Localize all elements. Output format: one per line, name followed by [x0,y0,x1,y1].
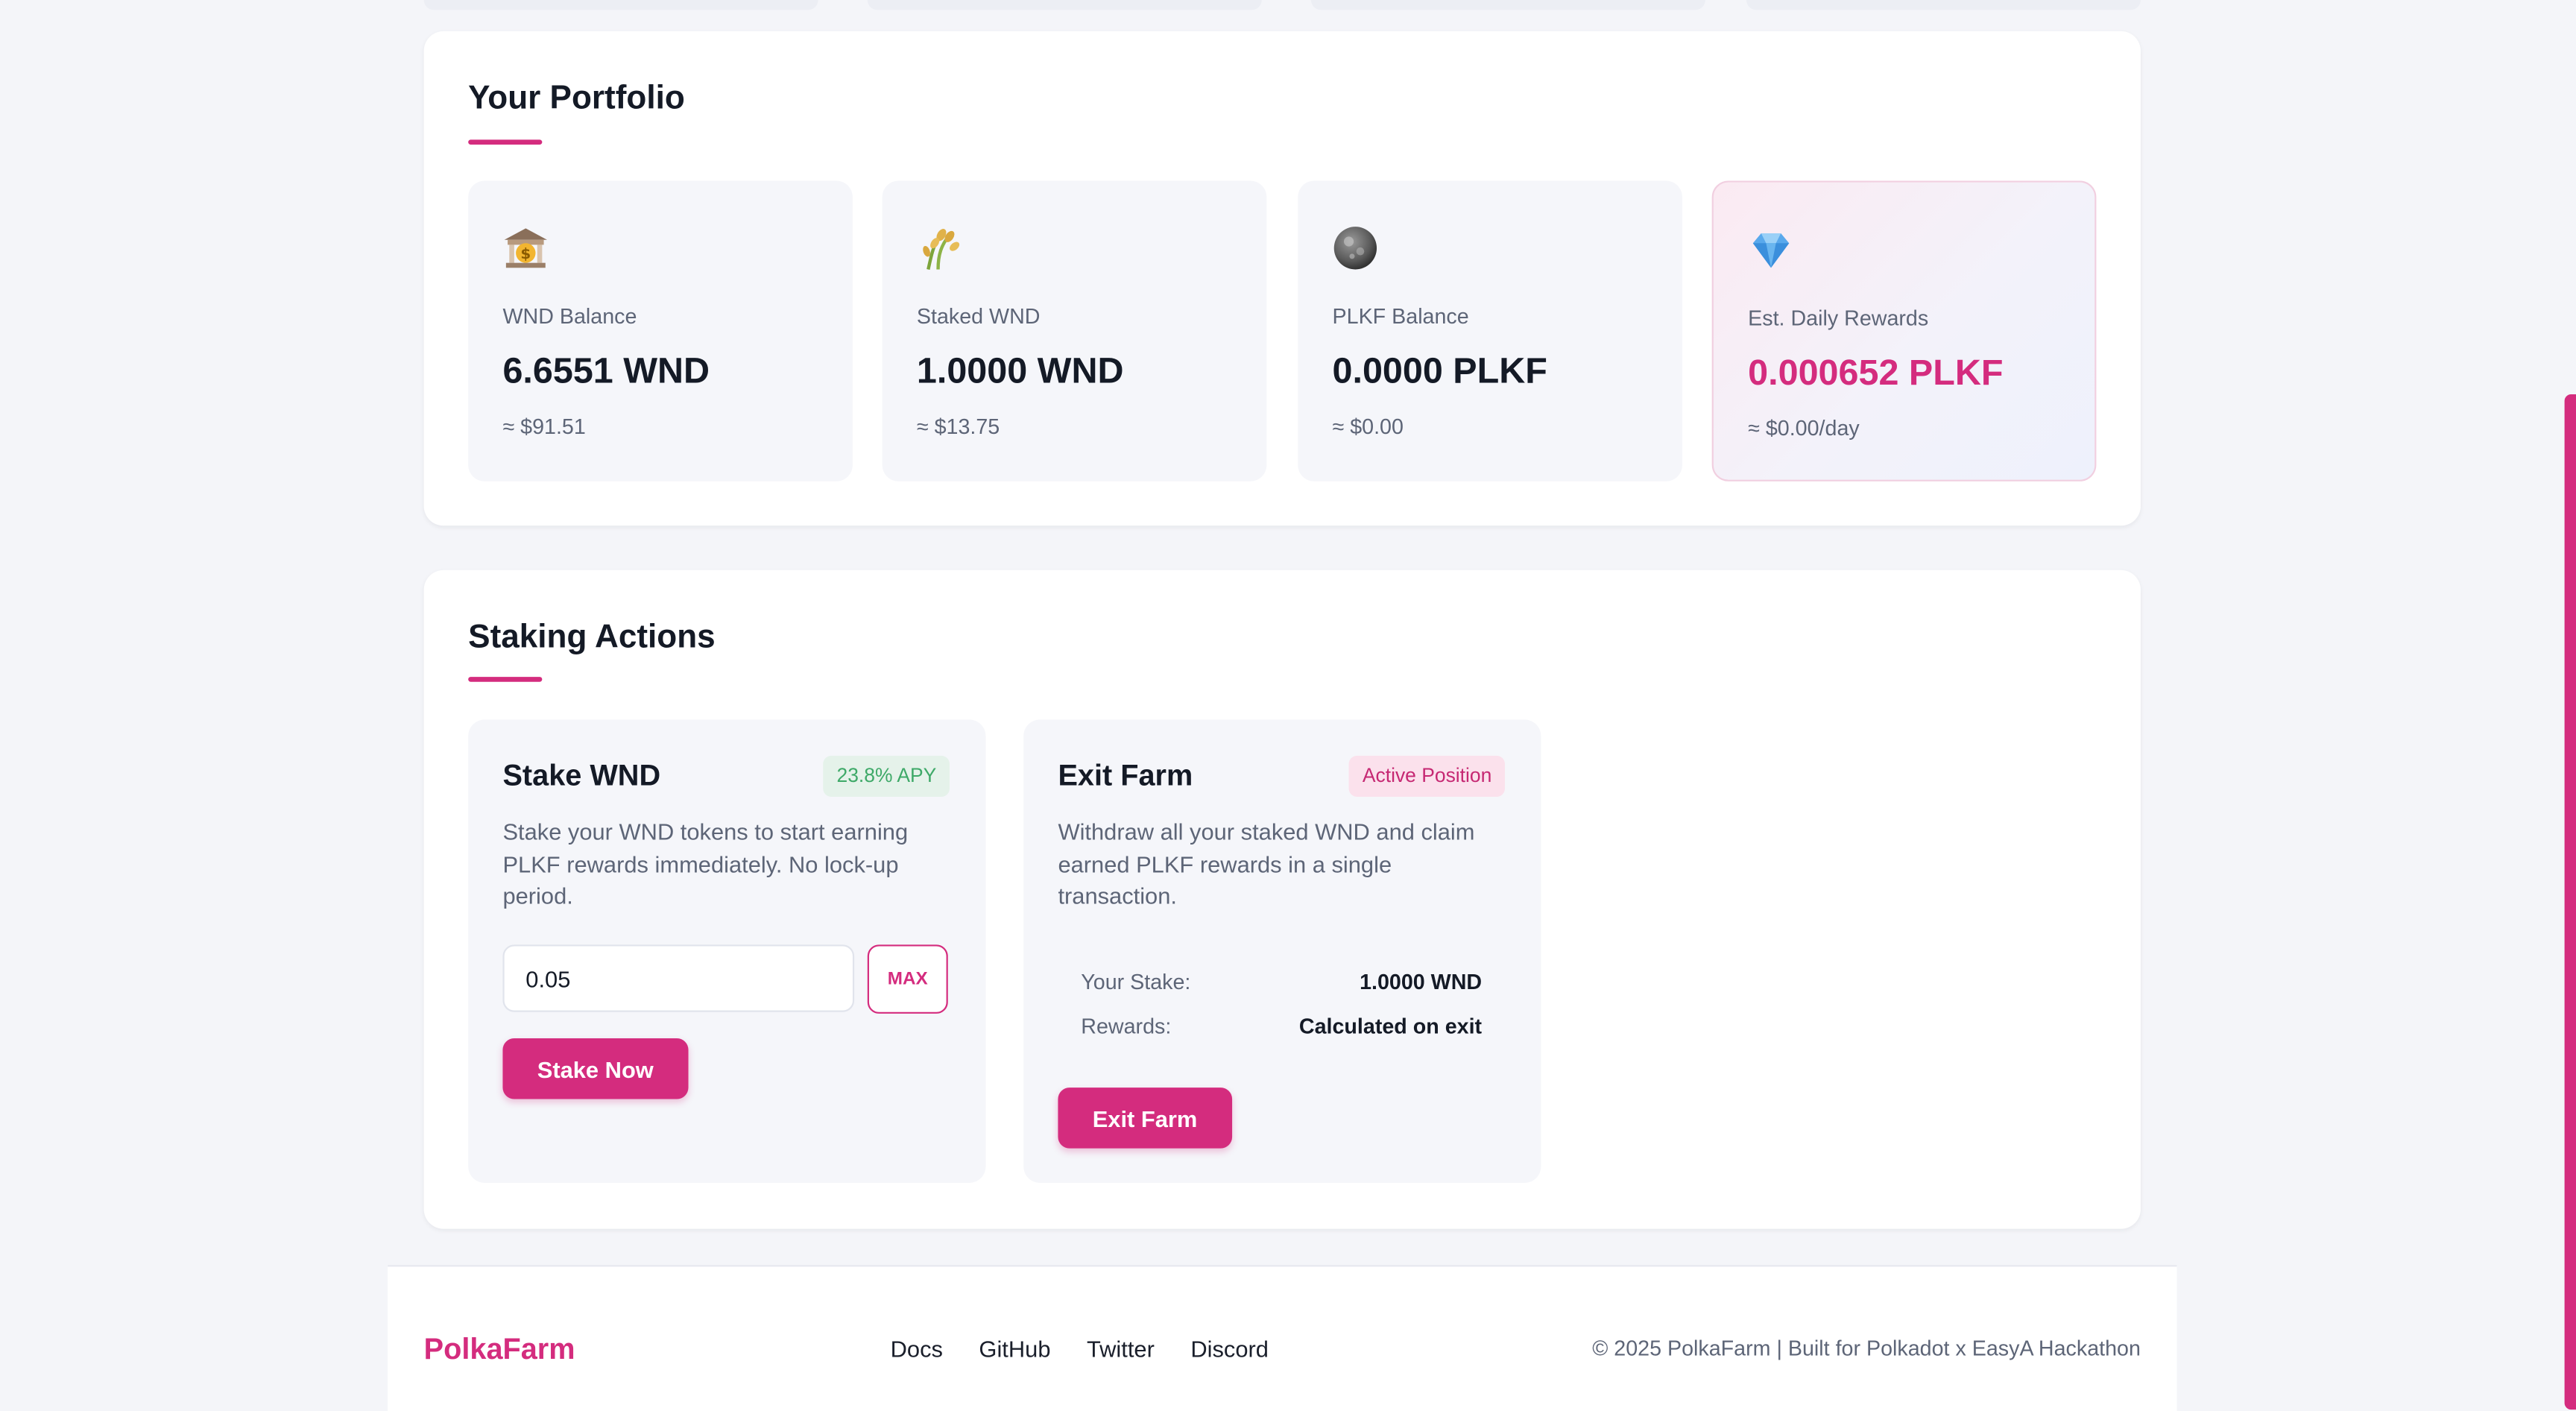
exit-farm-button[interactable]: Exit Farm [1058,1088,1232,1149]
portfolio-title: Your Portfolio [468,81,685,117]
stat-usd-value: ≈ $91.51 [502,414,586,439]
page: Your Portfolio $ WND Balance 6.6551 WND … [0,0,2576,1411]
stat-value: 0.0000 PLKF [1332,350,1547,391]
stat-card-wnd-balance: $ WND Balance 6.6551 WND ≈ $91.51 [468,180,853,482]
stat-usd-value: ≈ $0.00 [1332,414,1404,439]
stake-now-button[interactable]: Stake Now [502,1038,689,1099]
stat-usd-value: ≈ $0.00/day [1748,415,1860,441]
stat-value: 6.6551 WND [502,350,710,391]
gem-icon [1752,233,1790,268]
rewards-label: Rewards: [1081,1013,1172,1038]
stat-card-staked-wnd: Staked WND 1.0000 WND ≈ $13.75 [882,180,1267,482]
scrollbar-thumb[interactable] [2564,394,2576,1410]
bank-icon: $ [504,228,547,268]
stat-value: 0.000652 PLKF [1748,351,2004,393]
stake-amount-input[interactable] [502,944,855,1012]
your-stake-label: Your Stake: [1081,969,1191,994]
stat-label: Staked WND [916,303,1041,329]
footer-link-github[interactable]: GitHub [979,1336,1050,1362]
footer-link-twitter[interactable]: Twitter [1087,1336,1155,1362]
stat-usd-value: ≈ $13.75 [916,414,1000,439]
footer-links: Docs GitHub Twitter Discord [891,1336,1269,1362]
stat-value: 1.0000 WND [916,350,1124,391]
title-underline [468,677,543,682]
exit-farm-title: Exit Farm [1058,759,1193,792]
stat-card-est-daily-rewards: Est. Daily Rewards 0.000652 PLKF ≈ $0.00… [1711,180,2097,482]
previous-section-edge [423,0,2141,10]
rewards-value: Calculated on exit [1298,1013,1483,1038]
portfolio-card: Your Portfolio $ WND Balance 6.6551 WND … [423,31,2141,526]
staking-actions-title: Staking Actions [468,619,716,656]
stat-label: Est. Daily Rewards [1748,305,1929,331]
copyright-text: © 2025 PolkaFarm | Built for Polkadot x … [1592,1335,2141,1360]
staking-actions-card: Staking Actions Stake WND 23.8% APY Stak… [423,569,2141,1229]
active-position-badge: Active Position [1349,755,1505,797]
svg-text:$: $ [520,245,531,262]
footer-brand[interactable]: PolkaFarm [424,1333,575,1367]
apy-badge: 23.8% APY [823,755,950,797]
max-button[interactable]: MAX [867,944,948,1014]
stat-label: PLKF Balance [1332,303,1469,329]
footer: PolkaFarm Docs GitHub Twitter Discord © … [388,1265,2177,1411]
stake-description: Stake your WND tokens to start earning P… [502,818,909,909]
title-underline [468,139,543,145]
footer-link-discord[interactable]: Discord [1190,1336,1269,1362]
exit-description: Withdraw all your staked WND and claim e… [1058,818,1475,909]
stat-label: WND Balance [502,303,637,329]
stat-card-plkf-balance: PLKF Balance 0.0000 PLKF ≈ $0.00 [1298,180,1682,482]
stake-title: Stake WND [502,759,661,792]
stake-panel: Stake WND 23.8% APY Stake your WND token… [468,719,986,1183]
your-stake-value: 1.0000 WND [1360,969,1483,994]
rice-sheaf-icon [923,229,960,270]
moon-icon [1333,227,1377,270]
footer-link-docs[interactable]: Docs [891,1336,943,1362]
exit-farm-panel: Exit Farm Active Position Withdraw all y… [1023,719,1541,1183]
